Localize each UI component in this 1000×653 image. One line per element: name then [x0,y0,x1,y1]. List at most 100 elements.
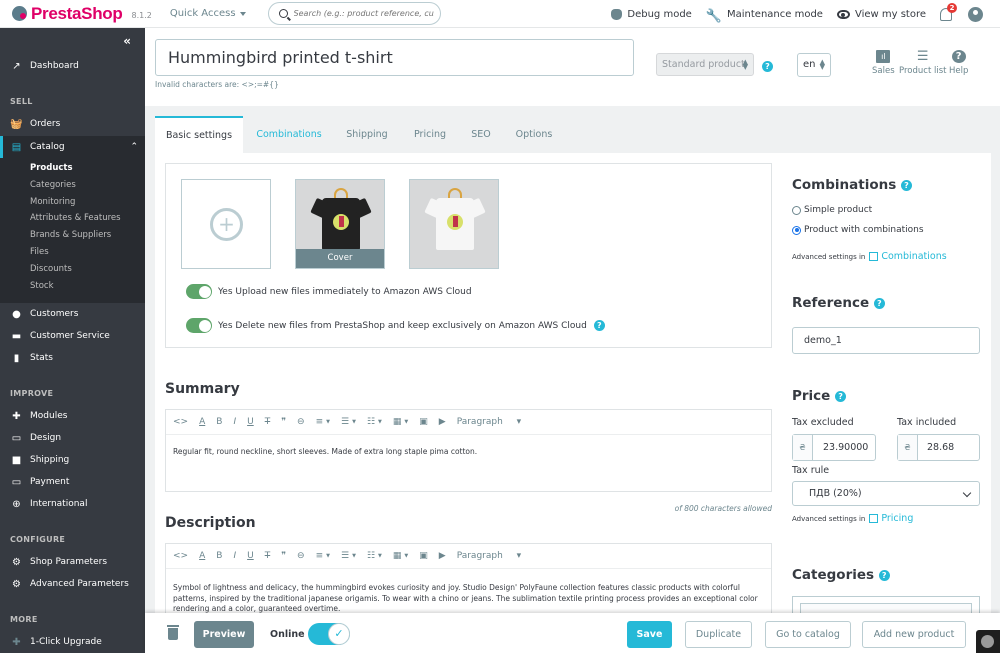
caret-down-icon[interactable]: ▼ [352,419,356,425]
caret-down-icon[interactable]: ▼ [326,553,330,559]
product-image-white-tshirt[interactable] [409,179,499,269]
collapse-sidebar-icon[interactable]: « [123,34,131,48]
table-icon[interactable]: ▦ [393,551,402,561]
help-icon[interactable]: ? [878,569,890,581]
sidebar-item-1-click-upgrade[interactable]: ✚ 1-Click Upgrade [0,631,145,653]
sidebar-item-payment[interactable]: ▭ Payment [0,471,145,493]
bullet-list-icon[interactable]: ☰ [341,417,349,427]
sidebar-item-dashboard[interactable]: ↗ Dashboard [0,55,145,77]
reference-input[interactable]: demo_1 [792,327,980,354]
numbered-list-icon[interactable]: ☷ [367,551,375,561]
product-with-combinations-radio[interactable]: Product with combinations [792,225,924,235]
logo[interactable]: PrestaShop 8.1.2 [12,4,152,24]
bold-icon[interactable]: B [216,417,222,427]
strikethrough-icon[interactable]: T [265,417,271,427]
help-icon[interactable]: ? [873,297,885,309]
view-store-link[interactable]: View my store [836,9,926,20]
simple-product-radio[interactable]: Simple product [792,205,872,215]
media-icon[interactable]: ▶ [439,417,446,427]
online-toggle[interactable]: ✓ [308,623,350,645]
tax-rule-select[interactable]: ПДВ (20%) [792,481,980,506]
underline-icon[interactable]: U [247,417,254,427]
caret-down-icon[interactable]: ▼ [404,419,408,425]
strikethrough-icon[interactable]: T [265,551,271,561]
submenu-stock[interactable]: Stock [30,281,54,291]
combinations-link[interactable]: Combinations [869,251,947,262]
sidebar-item-customers[interactable]: ● Customers [0,303,145,325]
sidebar-item-customer-service[interactable]: ▬ Customer Service [0,325,145,347]
search-input[interactable] [293,9,434,18]
paragraph-format-dropdown[interactable]: Paragraph ▾ [457,417,522,427]
tab-basic-settings[interactable]: Basic settings [155,116,243,153]
language-select[interactable]: en ▲ ▼ [797,53,831,77]
align-icon[interactable]: ≡ [316,551,324,561]
trash-icon[interactable] [167,625,179,640]
tab-options[interactable]: Options [509,116,559,153]
quote-icon[interactable]: ❞ [281,417,286,427]
help-icon[interactable]: ? [900,179,912,191]
description-editor[interactable]: <> A B I U T ❞ ⊖ ≡ ▼ ☰ ▼ ☷ ▼ ▦ ▼ ▣ ▶ Paragra… [165,543,772,623]
add-image-button[interactable]: + [181,179,271,269]
numbered-list-icon[interactable]: ☷ [367,417,375,427]
debug-mode-link[interactable]: Debug mode [611,8,692,20]
submenu-attributes-features[interactable]: Attributes & Features [30,213,121,223]
caret-down-icon[interactable]: ▼ [378,553,382,559]
quote-icon[interactable]: ❞ [281,551,286,561]
add-new-product-button[interactable]: Add new product [862,621,966,648]
italic-icon[interactable]: I [233,551,236,561]
product-list-button[interactable]: ☰ Product list [899,49,946,76]
save-button[interactable]: Save [627,621,672,648]
sales-button[interactable]: ıl Sales [872,50,895,76]
tab-shipping[interactable]: Shipping [339,116,395,153]
symfony-toolbar-icon[interactable] [976,630,1000,653]
tab-combinations[interactable]: Combinations [250,116,328,153]
notifications-bell-icon[interactable]: 2 [940,2,957,21]
help-icon[interactable]: ? [593,320,605,331]
go-to-catalog-button[interactable]: Go to catalog [765,621,851,648]
code-view-icon[interactable]: <> [173,551,188,561]
image-icon[interactable]: ▣ [419,551,428,561]
sidebar-item-stats[interactable]: ▮ Stats [0,347,145,369]
submenu-brands-suppliers[interactable]: Brands & Suppliers [30,230,111,240]
caret-down-icon[interactable]: ▼ [352,553,356,559]
product-name-input[interactable]: Hummingbird printed t-shirt [155,39,634,76]
text-color-icon[interactable]: A [199,417,205,427]
submenu-products[interactable]: Products [30,163,73,173]
product-type-select[interactable]: Standard product ▲ ▼ [656,53,754,76]
submenu-monitoring[interactable]: Monitoring [30,197,75,207]
link-icon[interactable]: ⊖ [297,417,305,427]
quick-access-dropdown[interactable]: Quick Access [170,8,246,19]
italic-icon[interactable]: I [233,417,236,427]
sidebar-item-international[interactable]: ⊕ International [0,493,145,515]
duplicate-button[interactable]: Duplicate [685,621,752,648]
text-color-icon[interactable]: A [199,551,205,561]
aws-delete-toggle[interactable] [186,318,212,333]
summary-editor[interactable]: <> A B I U T ❞ ⊖ ≡ ▼ ☰ ▼ ☷ ▼ ▦ ▼ ▣ ▶ Paragra… [165,409,772,492]
caret-down-icon[interactable]: ▼ [404,553,408,559]
help-icon[interactable]: ? [835,390,847,402]
sidebar-item-design[interactable]: ▭ Design [0,427,145,449]
submenu-discounts[interactable]: Discounts [30,264,72,274]
user-account-icon[interactable] [968,6,983,22]
tab-seo[interactable]: SEO [464,116,498,153]
preview-button[interactable]: Preview [194,621,254,648]
table-icon[interactable]: ▦ [393,417,402,427]
align-icon[interactable]: ≡ [316,417,324,427]
caret-down-icon[interactable]: ▼ [326,419,330,425]
sidebar-item-modules[interactable]: ✚ Modules [0,405,145,427]
image-icon[interactable]: ▣ [419,417,428,427]
submenu-categories[interactable]: Categories [30,180,76,190]
submenu-files[interactable]: Files [30,247,49,257]
tax-excluded-input[interactable]: ₴ 23.90000 [792,434,876,461]
search-box[interactable] [267,2,441,25]
caret-down-icon[interactable]: ▼ [378,419,382,425]
tax-included-input[interactable]: ₴ 28.68 [897,434,980,461]
pricing-link[interactable]: Pricing [869,513,913,524]
sidebar-item-orders[interactable]: 🧺 Orders [0,113,145,135]
sidebar-item-advanced-parameters[interactable]: ⚙ Advanced Parameters [0,573,145,595]
media-icon[interactable]: ▶ [439,551,446,561]
bold-icon[interactable]: B [216,551,222,561]
sidebar-item-shipping[interactable]: ■ Shipping [0,449,145,471]
sidebar-item-catalog[interactable]: ▤ Catalog ⌃ [0,136,145,158]
product-image-black-tshirt[interactable]: Cover [295,179,385,269]
